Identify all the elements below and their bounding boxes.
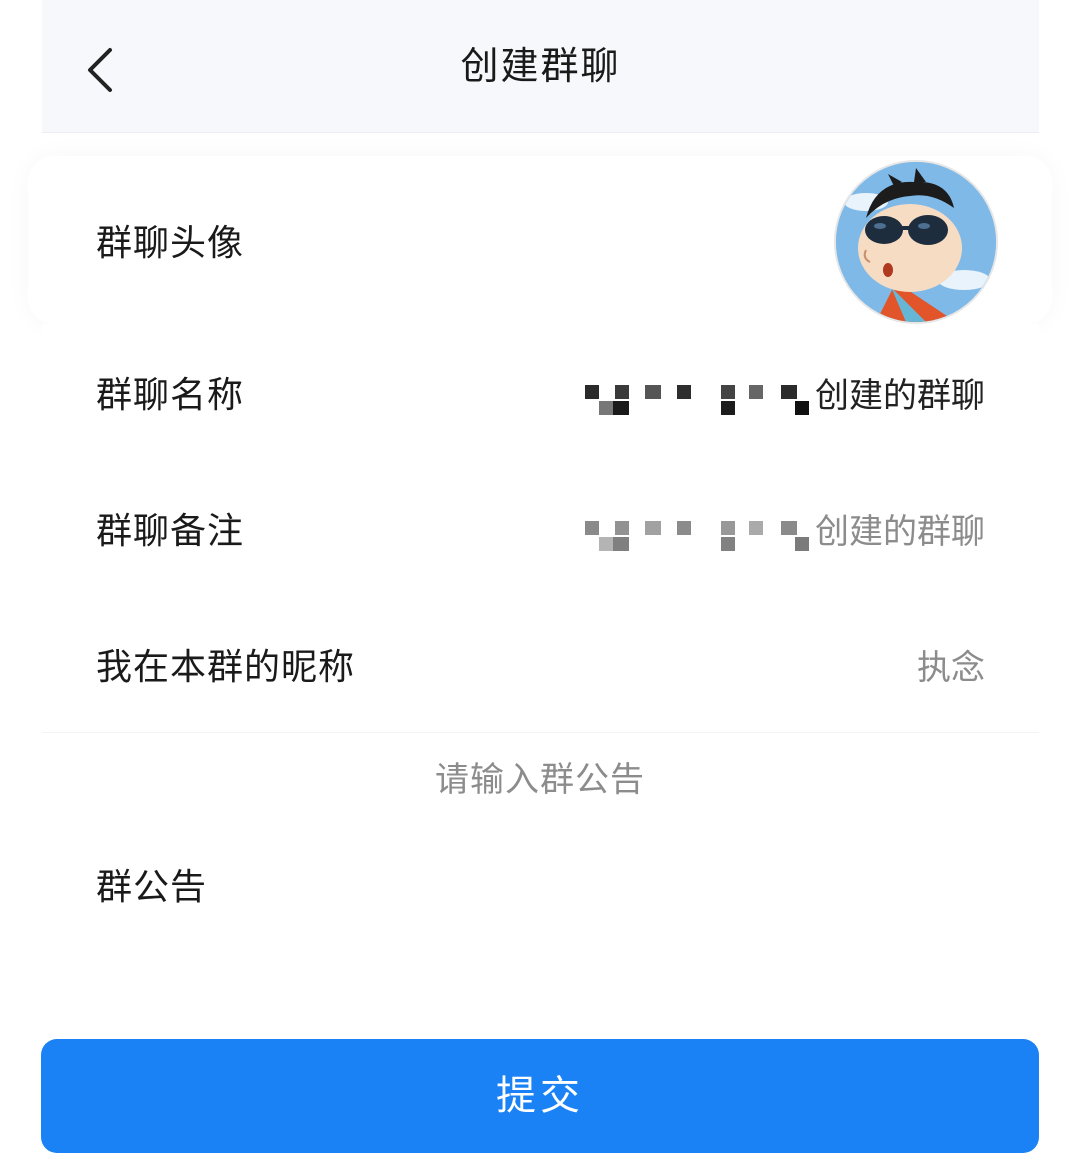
group-name-label: 群聊名称	[96, 375, 245, 416]
group-name-value: 创建的群聊	[585, 368, 985, 417]
my-nickname-value: 执念	[917, 648, 985, 688]
group-remark-row[interactable]: 群聊备注 创建的群聊	[42, 460, 1039, 597]
group-remark-label: 群聊备注	[96, 511, 245, 552]
announcement-input[interactable]: 请输入群公告	[0, 752, 1080, 801]
redacted-name	[585, 378, 813, 417]
create-group-chat-page: 创建群聊 群聊头像 群聊名称 创建的群聊 群聊备注 创建的群聊 我在本群的昵称 …	[0, 0, 1080, 1176]
group-remark-suffix: 创建的群聊	[815, 512, 985, 552]
cartoon-avatar-icon	[836, 162, 996, 322]
announcement-label: 群公告	[96, 867, 208, 908]
header-bar: 创建群聊	[42, 0, 1039, 133]
submit-button[interactable]: 提交	[41, 1039, 1039, 1153]
page-title: 创建群聊	[460, 44, 621, 88]
group-name-row[interactable]: 群聊名称 创建的群聊	[42, 324, 1039, 461]
group-avatar-row[interactable]: 群聊头像	[28, 156, 1052, 324]
group-avatar-label: 群聊头像	[96, 223, 245, 264]
group-remark-value: 创建的群聊	[585, 504, 985, 553]
my-nickname-label: 我在本群的昵称	[96, 647, 356, 688]
group-avatar-image[interactable]	[834, 160, 998, 324]
redacted-remark	[585, 514, 813, 553]
group-name-suffix: 创建的群聊	[815, 376, 985, 416]
my-nickname-row[interactable]: 我在本群的昵称 执念	[42, 596, 1039, 733]
